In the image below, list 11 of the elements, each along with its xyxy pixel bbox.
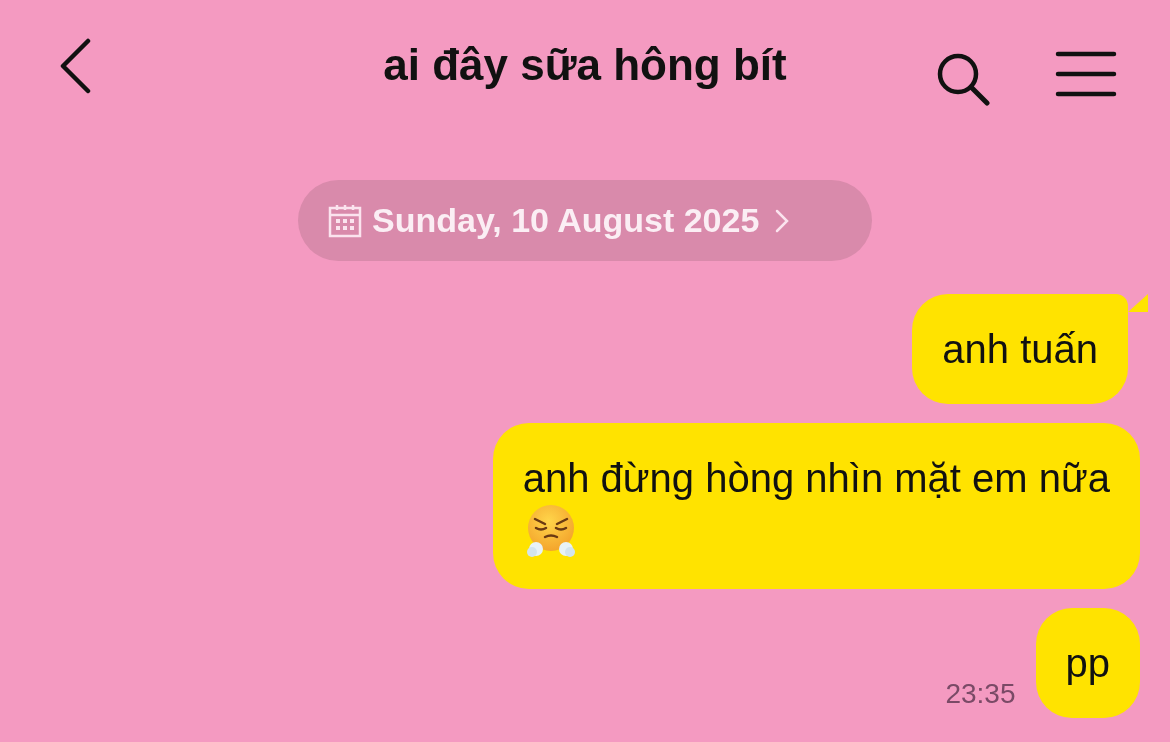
date-label: Sunday, 10 August 2025: [372, 201, 760, 240]
message-bubble[interactable]: anh tuấn: [912, 294, 1128, 404]
chat-title: ai đây sữa hông bít: [383, 40, 787, 90]
message-bubble[interactable]: anh đừng hòng nhìn mặt em nữa: [492, 423, 1140, 589]
back-icon[interactable]: [58, 38, 92, 94]
menu-icon[interactable]: [1055, 50, 1117, 98]
chevron-icon: [775, 208, 790, 233]
message-time: 23:35: [945, 678, 1016, 711]
calendar-icon: [328, 203, 362, 238]
message-bubble[interactable]: pp: [1035, 608, 1140, 718]
search-icon[interactable]: [936, 52, 990, 106]
